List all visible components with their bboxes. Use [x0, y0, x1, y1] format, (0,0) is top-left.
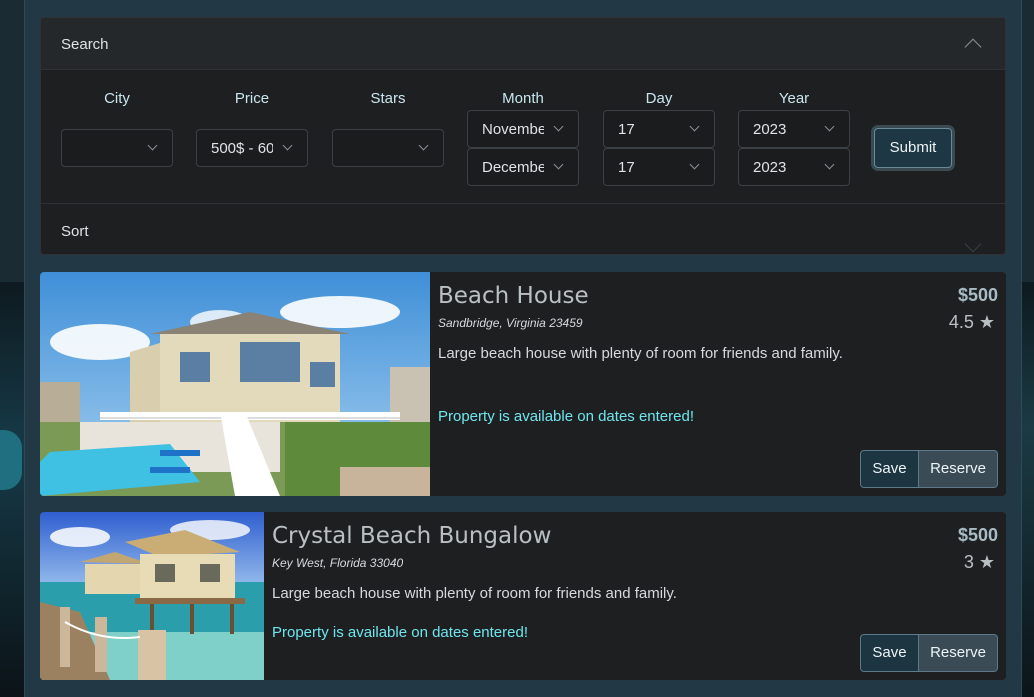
- price-select-value: 500$ - 600$: [211, 140, 273, 157]
- chevron-down-icon: [689, 159, 700, 170]
- search-accordion-header[interactable]: Search: [41, 18, 1005, 70]
- search-panel: Search City Price 500$ - 600$: [40, 17, 1006, 255]
- filter-year-label: Year: [778, 90, 810, 107]
- chevron-down-icon: [553, 121, 564, 132]
- listing-card: Crystal Beach Bungalow Key West, Florida…: [40, 512, 1006, 680]
- stars-select[interactable]: [332, 129, 444, 167]
- property-rating: 4.5 ★: [948, 312, 995, 332]
- chevron-down-icon: [553, 159, 564, 170]
- chevron-up-icon[interactable]: [964, 38, 982, 56]
- price-select[interactable]: 500$ - 600$: [196, 129, 308, 167]
- search-filters: City Price 500$ - 600$ Stars: [41, 70, 1005, 203]
- availability-status: Property is available on dates entered!: [438, 408, 694, 425]
- property-name: Crystal Beach Bungalow: [272, 523, 552, 549]
- property-address: Key West, Florida 33040: [272, 556, 404, 570]
- city-select[interactable]: [61, 129, 173, 167]
- sort-title: Sort: [61, 223, 89, 240]
- filter-day-label: Day: [645, 90, 673, 107]
- listing-actions: Save Reserve: [860, 634, 998, 672]
- start-month-select[interactable]: November: [467, 110, 579, 148]
- chevron-down-icon: [824, 121, 835, 132]
- save-button[interactable]: Save: [860, 634, 919, 672]
- filter-stars-label: Stars: [370, 90, 406, 107]
- property-rating: 3 ★: [963, 552, 995, 572]
- chevron-down-icon: [418, 140, 429, 151]
- property-address: Sandbridge, Virginia 23459: [438, 316, 583, 330]
- save-button[interactable]: Save: [860, 450, 919, 488]
- start-year-select[interactable]: 2023: [738, 110, 850, 148]
- filter-price-label: Price: [234, 90, 270, 107]
- chevron-down-icon: [689, 121, 700, 132]
- property-description: Large beach house with plenty of room fo…: [438, 345, 843, 362]
- property-price: $500: [957, 285, 998, 305]
- start-month-value: November: [482, 121, 544, 138]
- end-year-select[interactable]: 2023: [738, 148, 850, 186]
- listing-actions: Save Reserve: [860, 450, 998, 488]
- search-title: Search: [61, 36, 109, 53]
- property-name: Beach House: [438, 283, 589, 309]
- chevron-down-icon: [147, 140, 158, 151]
- end-month-select[interactable]: December: [467, 148, 579, 186]
- availability-status: Property is available on dates entered!: [272, 624, 528, 641]
- reserve-button[interactable]: Reserve: [919, 634, 998, 672]
- start-year-value: 2023: [753, 121, 787, 138]
- end-month-value: December: [482, 159, 544, 176]
- chevron-down-icon: [824, 159, 835, 170]
- filter-month-label: Month: [502, 90, 544, 107]
- background-photo-accent: [0, 430, 22, 490]
- chevron-down-icon: [282, 140, 293, 151]
- main-container: Search City Price 500$ - 600$: [24, 0, 1022, 697]
- start-day-select[interactable]: 17: [603, 110, 715, 148]
- start-day-value: 17: [618, 121, 635, 138]
- filter-city-label: City: [104, 90, 130, 107]
- submit-button[interactable]: Submit: [874, 128, 952, 168]
- sort-accordion-header[interactable]: Sort: [41, 203, 1005, 254]
- property-description: Large beach house with plenty of room fo…: [272, 585, 677, 602]
- property-photo: [40, 512, 264, 680]
- end-day-value: 17: [618, 159, 635, 176]
- property-price: $500: [957, 525, 998, 545]
- end-year-value: 2023: [753, 159, 787, 176]
- end-day-select[interactable]: 17: [603, 148, 715, 186]
- reserve-button[interactable]: Reserve: [919, 450, 998, 488]
- property-photo: [40, 272, 430, 496]
- listing-card: Beach House Sandbridge, Virginia 23459 L…: [40, 272, 1006, 496]
